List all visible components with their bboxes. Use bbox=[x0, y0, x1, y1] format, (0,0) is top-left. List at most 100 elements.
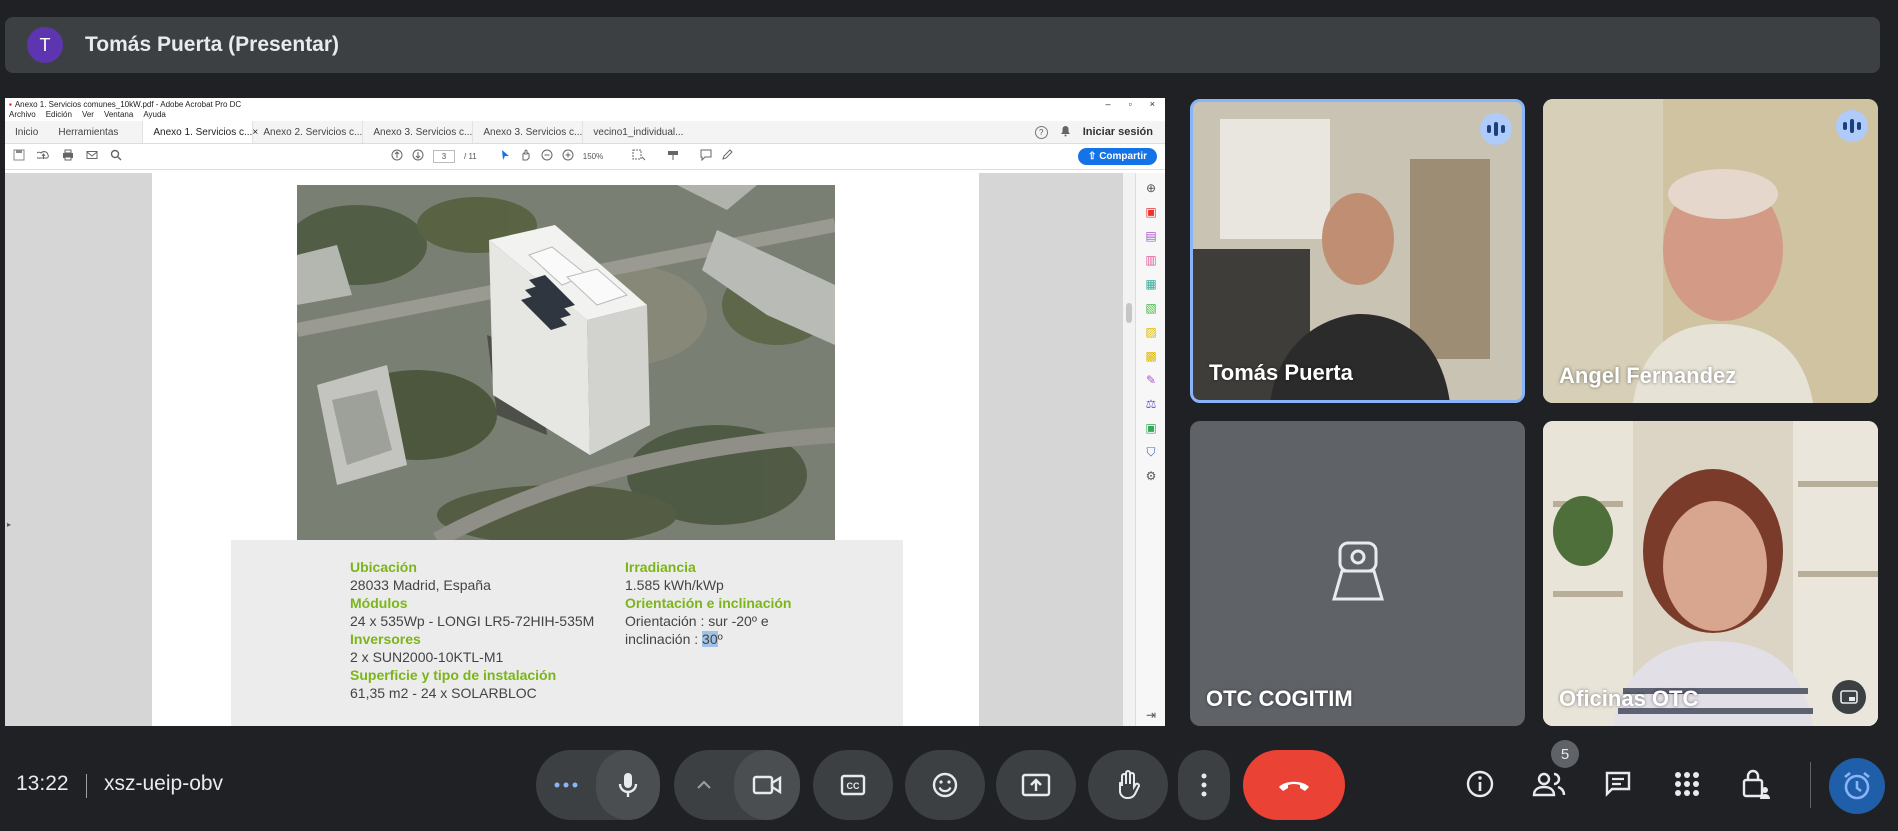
participant-tile-oficinas-otc[interactable]: Oficinas OTC bbox=[1543, 421, 1878, 726]
document-area[interactable]: ▸ Ubicación 28033 Madrid, España Módulos… bbox=[5, 173, 1123, 726]
people-button[interactable] bbox=[1529, 764, 1569, 804]
camera-button[interactable] bbox=[734, 750, 800, 820]
participant-tile-tomas[interactable]: Tomás Puerta bbox=[1190, 99, 1525, 403]
fill-sign-icon[interactable]: ▨ bbox=[1144, 325, 1158, 339]
acrobat-titlebar: ▪ Anexo 1. Servicios comunes_10kW.pdf - … bbox=[5, 98, 1165, 110]
activities-button[interactable] bbox=[1667, 764, 1707, 804]
acrobat-menubar: Archivo Edición Ver Ventana Ayuda bbox=[5, 110, 1165, 121]
hand-tool-icon[interactable] bbox=[520, 149, 532, 164]
protect-icon[interactable]: ⛉ bbox=[1144, 445, 1158, 459]
leave-call-button[interactable] bbox=[1243, 750, 1345, 820]
vertical-scrollbar[interactable] bbox=[1123, 173, 1135, 726]
menu-edicion[interactable]: Edición bbox=[46, 110, 72, 121]
microphone-button[interactable] bbox=[596, 750, 660, 820]
bell-icon[interactable] bbox=[1060, 125, 1071, 140]
save-icon[interactable] bbox=[13, 149, 25, 164]
doc-tab-2[interactable]: Anexo 2. Servicios c... bbox=[252, 121, 362, 143]
create-pdf-icon[interactable]: ▣ bbox=[1144, 205, 1158, 219]
export-pdf-icon[interactable]: ▦ bbox=[1144, 277, 1158, 291]
left-panel-toggle-icon[interactable]: ▸ bbox=[7, 520, 11, 529]
hand-icon bbox=[1119, 770, 1140, 800]
more-tools-icon[interactable]: ⚙ bbox=[1144, 469, 1158, 483]
menu-ver[interactable]: Ver bbox=[82, 110, 94, 121]
zoom-out-icon[interactable] bbox=[541, 149, 553, 164]
acrobat-window-title: Anexo 1. Servicios comunes_10kW.pdf - Ad… bbox=[14, 99, 242, 109]
close-window-button[interactable]: × bbox=[1150, 99, 1155, 109]
page-number-input[interactable]: 3 bbox=[433, 150, 455, 163]
scrollbar-thumb[interactable] bbox=[1126, 303, 1132, 323]
audio-control-group bbox=[536, 750, 660, 820]
doc-tab-1[interactable]: Anexo 1. Servicios c... × bbox=[142, 121, 258, 143]
draw-icon[interactable] bbox=[721, 149, 733, 164]
picture-in-picture-icon[interactable] bbox=[1832, 680, 1866, 714]
participant-tile-angel[interactable]: Angel Fernandez bbox=[1543, 99, 1878, 403]
participant-name: Oficinas OTC bbox=[1559, 686, 1699, 711]
timer-button[interactable] bbox=[1829, 758, 1885, 814]
signin-link[interactable]: Iniciar sesión bbox=[1083, 126, 1153, 138]
raise-hand-button[interactable] bbox=[1088, 750, 1168, 820]
people-icon bbox=[1532, 772, 1566, 797]
doc-tab-label: Anexo 2. Servicios c... bbox=[263, 126, 363, 138]
share-button[interactable]: ⇧ Compartir bbox=[1078, 148, 1157, 165]
lock-person-icon bbox=[1742, 769, 1770, 799]
host-controls-button[interactable] bbox=[1736, 764, 1776, 804]
video-options-button[interactable] bbox=[674, 780, 734, 790]
menu-ayuda[interactable]: Ayuda bbox=[143, 110, 166, 121]
organize-pages-icon[interactable]: ▥ bbox=[1144, 253, 1158, 267]
participant-tile-otc-cogitim[interactable]: OTC COGITIM bbox=[1190, 421, 1525, 726]
comment-icon[interactable] bbox=[700, 149, 712, 164]
captions-button[interactable]: CC bbox=[813, 750, 893, 820]
apps-grid-icon bbox=[1675, 772, 1699, 796]
inversores-value: 2 x SUN2000-10KTL-M1 bbox=[350, 649, 504, 665]
combine-files-icon[interactable]: ▤ bbox=[1144, 229, 1158, 243]
microphone-icon bbox=[618, 773, 638, 797]
tab-herramientas[interactable]: Herramientas bbox=[48, 121, 128, 143]
text-selection-highlight[interactable]: 30 bbox=[702, 631, 718, 647]
reactions-button[interactable] bbox=[905, 750, 985, 820]
zoom-tool-icon[interactable]: ⊕ bbox=[1144, 181, 1158, 195]
comment-tool-icon[interactable]: ▩ bbox=[1144, 349, 1158, 363]
more-options-button[interactable] bbox=[1178, 750, 1230, 820]
orientacion-value-line2: inclinación : 30º bbox=[625, 630, 791, 648]
info-right-column: Irradiancia 1.585 kWh/kWp Orientación e … bbox=[625, 558, 791, 648]
maximize-button[interactable]: ▫ bbox=[1129, 99, 1132, 109]
sign-icon[interactable]: ✎ bbox=[1144, 373, 1158, 387]
measure-icon[interactable]: ⚖ bbox=[1144, 397, 1158, 411]
meeting-info-button[interactable] bbox=[1460, 764, 1500, 804]
doc-tab-5[interactable]: vecino1_individual... bbox=[582, 121, 692, 143]
select-tool-icon[interactable] bbox=[500, 149, 511, 164]
pdf-page: Ubicación 28033 Madrid, España Módulos 2… bbox=[152, 173, 979, 726]
print-production-icon[interactable]: ▣ bbox=[1144, 421, 1158, 435]
help-icon[interactable]: ? bbox=[1034, 125, 1048, 139]
menu-archivo[interactable]: Archivo bbox=[9, 110, 36, 121]
marquee-zoom-icon[interactable] bbox=[632, 149, 646, 164]
presenter-title: Tomás Puerta (Presentar) bbox=[85, 33, 340, 56]
print-icon[interactable] bbox=[62, 149, 74, 164]
acrobat-tabs: Inicio Herramientas Anexo 1. Servicios c… bbox=[5, 121, 1165, 144]
expand-pane-icon[interactable]: ⇥ bbox=[1144, 708, 1158, 722]
page-down-icon[interactable] bbox=[412, 149, 424, 164]
inversores-label: Inversores bbox=[350, 631, 421, 647]
audio-options-button[interactable] bbox=[536, 782, 596, 788]
zoom-in-icon[interactable] bbox=[562, 149, 574, 164]
doc-tab-3[interactable]: Anexo 3. Servicios c... bbox=[362, 121, 472, 143]
zoom-select[interactable]: 150% bbox=[583, 152, 623, 161]
present-button[interactable] bbox=[996, 750, 1076, 820]
participant-name: Angel Fernandez bbox=[1559, 363, 1737, 388]
page-up-icon[interactable] bbox=[391, 149, 403, 164]
doc-tab-4[interactable]: Anexo 3. Servicios c... bbox=[472, 121, 582, 143]
mail-icon[interactable] bbox=[86, 149, 98, 164]
tab-inicio[interactable]: Inicio bbox=[5, 121, 48, 143]
captions-icon: CC bbox=[840, 774, 866, 796]
menu-ventana[interactable]: Ventana bbox=[104, 110, 133, 121]
stamp-icon[interactable] bbox=[667, 149, 679, 164]
minimize-button[interactable]: – bbox=[1106, 99, 1111, 109]
upload-icon[interactable] bbox=[35, 149, 50, 164]
present-screen-icon bbox=[1021, 773, 1051, 797]
participant-video bbox=[1193, 102, 1522, 400]
search-icon[interactable] bbox=[110, 149, 122, 164]
chat-button[interactable] bbox=[1598, 764, 1638, 804]
info-icon bbox=[1466, 770, 1494, 798]
edit-pdf-icon[interactable]: ▧ bbox=[1144, 301, 1158, 315]
doc-tab-label: Anexo 3. Servicios c... bbox=[373, 126, 473, 138]
